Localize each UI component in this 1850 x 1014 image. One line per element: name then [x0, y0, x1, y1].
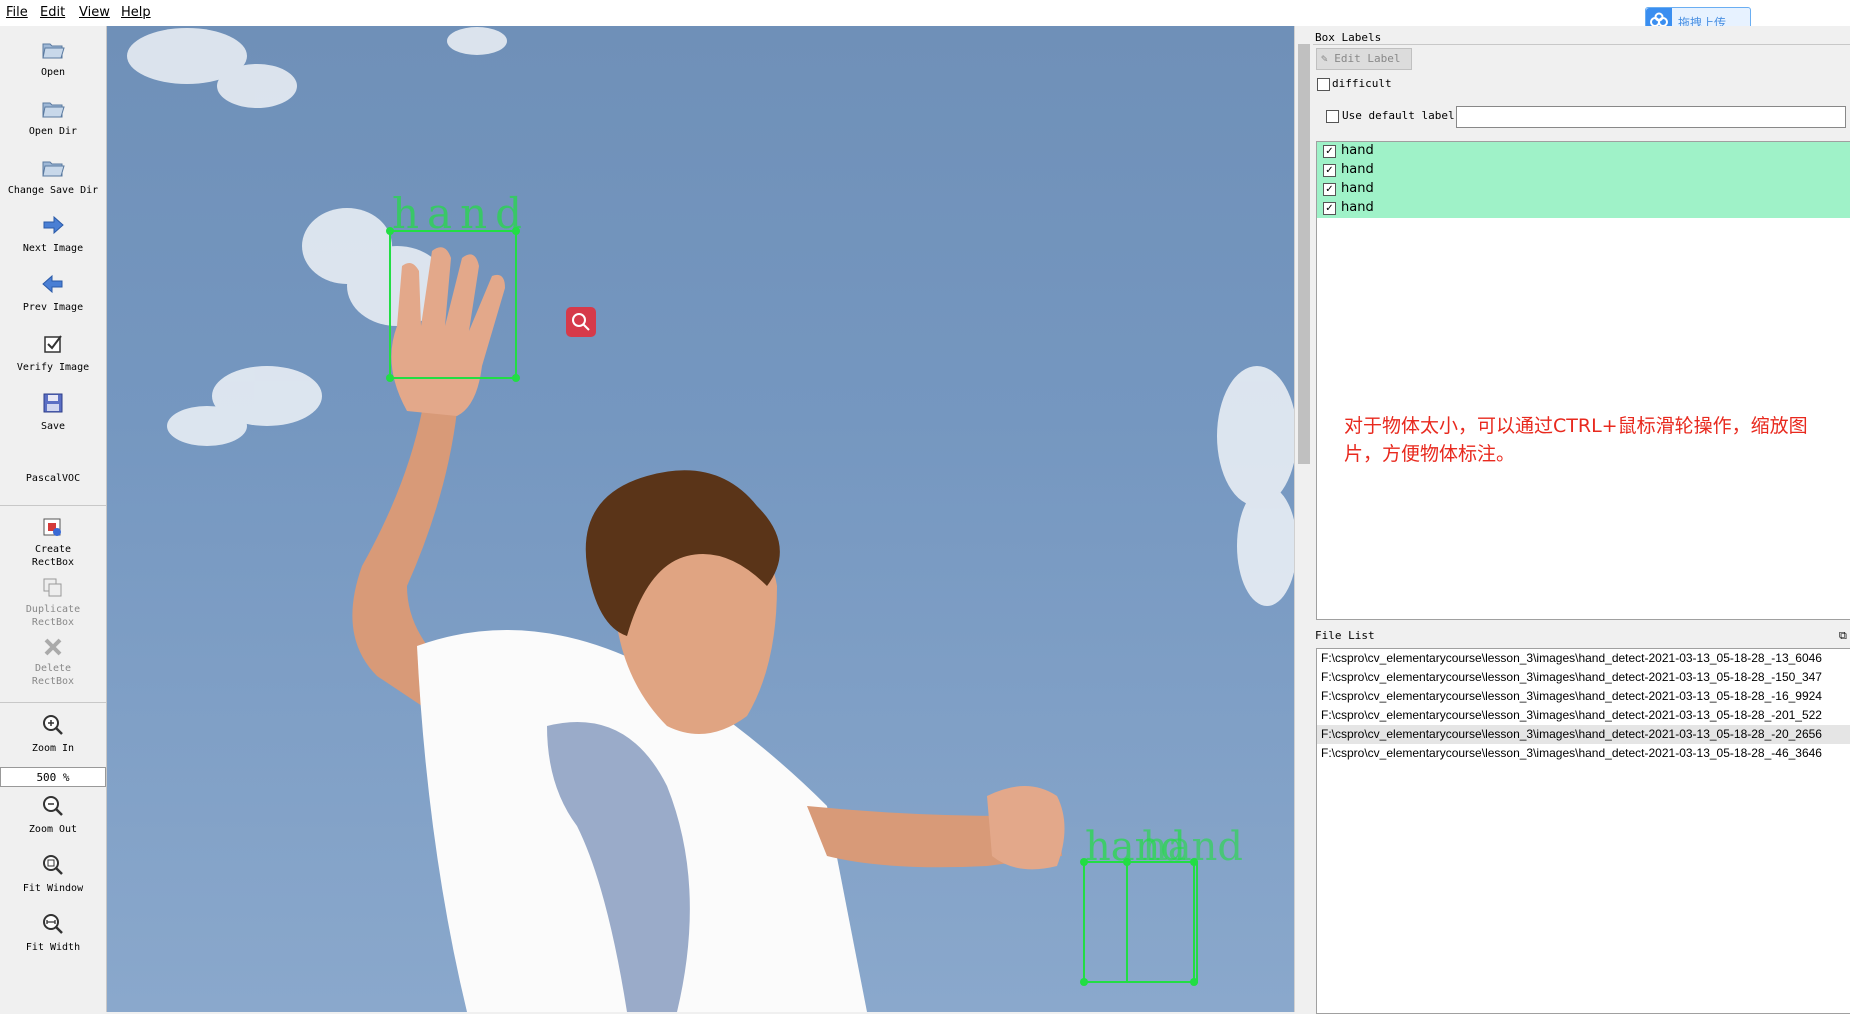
menu-view[interactable]: View — [79, 5, 110, 20]
arrow-left-icon — [40, 271, 66, 297]
folder-icon — [40, 36, 66, 62]
duplicate-rectbox-button[interactable]: Duplicate RectBox — [0, 577, 106, 629]
zoom-out-icon — [40, 793, 66, 819]
canvas-vertical-scrollbar[interactable] — [1294, 26, 1313, 1012]
create-rectbox-button[interactable]: Create RectBox — [0, 517, 106, 569]
toolbar-separator — [0, 505, 106, 506]
save-label: Save — [40, 421, 66, 432]
duplicate-rectbox-label: Duplicate RectBox — [25, 604, 81, 628]
open-label: Open — [40, 67, 66, 78]
label-text: hand — [1341, 181, 1374, 196]
floppy-disk-icon — [40, 390, 66, 416]
menu-file[interactable]: File — [6, 5, 28, 20]
label-list[interactable]: ✓ hand ✓ hand ✓ hand ✓ hand 对于物体太小，可以通过C… — [1316, 141, 1850, 620]
change-save-dir-button[interactable]: Change Save Dir — [0, 154, 106, 197]
format-button[interactable]: PascalVOC — [0, 472, 106, 485]
save-button[interactable]: Save — [0, 390, 106, 433]
change-save-dir-label: Change Save Dir — [7, 185, 99, 196]
verify-image-button[interactable]: Verify Image — [0, 331, 106, 374]
arrow-right-icon — [40, 212, 66, 238]
default-label-input[interactable] — [1456, 106, 1846, 128]
zoom-in-icon — [40, 712, 66, 738]
file-list-item[interactable]: F:\cspro\cv_elementarycourse\lesson_3\im… — [1317, 649, 1850, 668]
delete-rectbox-label: Delete RectBox — [31, 663, 75, 687]
open-button[interactable]: Open — [0, 36, 106, 79]
fit-width-icon — [40, 911, 66, 937]
divider — [1313, 44, 1850, 45]
label-checkbox[interactable]: ✓ — [1323, 183, 1336, 196]
file-list-item[interactable]: F:\cspro\cv_elementarycourse\lesson_3\im… — [1317, 668, 1850, 687]
format-label: PascalVOC — [25, 473, 81, 484]
folder-icon — [40, 154, 66, 180]
fit-width-button[interactable]: Fit Width — [0, 911, 106, 954]
bounding-box[interactable]: hand hand — [1080, 824, 1243, 986]
box-label: hand — [1142, 824, 1243, 870]
zoom-in-label: Zoom In — [31, 743, 75, 754]
open-dir-button[interactable]: Open Dir — [0, 95, 106, 138]
edit-icon: ✎ — [1321, 52, 1328, 65]
file-list-title: File List — [1315, 629, 1375, 642]
checkbox-checked-icon — [40, 331, 66, 357]
label-checkbox[interactable]: ✓ — [1323, 202, 1336, 215]
prev-image-button[interactable]: Prev Image — [0, 271, 106, 314]
toolbar: Open Open Dir Change Save Dir Next Image… — [0, 26, 107, 1012]
label-list-item[interactable]: ✓ hand — [1317, 199, 1850, 218]
difficult-checkbox[interactable] — [1317, 78, 1330, 91]
prev-image-label: Prev Image — [22, 302, 84, 313]
annotation-note: 对于物体太小，可以通过CTRL+鼠标滑轮操作，缩放图片，方便物体标注。 — [1344, 415, 1808, 465]
magnifier-overlay-icon[interactable] — [566, 307, 596, 337]
fit-window-button[interactable]: Fit Window — [0, 852, 106, 895]
next-image-button[interactable]: Next Image — [0, 212, 106, 255]
file-list-item[interactable]: F:\cspro\cv_elementarycourse\lesson_3\im… — [1317, 744, 1850, 763]
edit-label-button[interactable]: ✎ Edit Label — [1316, 48, 1412, 70]
open-dir-label: Open Dir — [28, 126, 78, 137]
zoom-spinbox[interactable]: 500 % — [0, 767, 106, 787]
zoom-out-label: Zoom Out — [28, 824, 78, 835]
photo-scene: hand hand hand — [127, 27, 1294, 1012]
box-labels-title: Box Labels — [1315, 31, 1382, 44]
label-list-item[interactable]: ✓ hand — [1317, 142, 1850, 161]
menu-help[interactable]: Help — [121, 5, 151, 20]
toolbar-separator — [0, 702, 106, 703]
image-canvas[interactable]: hand hand hand — [107, 26, 1294, 1012]
create-rectbox-label: Create RectBox — [31, 544, 75, 568]
edit-label-text: Edit Label — [1334, 52, 1401, 65]
zoom-in-button[interactable]: Zoom In — [0, 712, 106, 755]
box-label: hand — [392, 189, 530, 238]
label-checkbox[interactable]: ✓ — [1323, 145, 1336, 158]
use-default-label-text: Use default label — [1342, 109, 1455, 122]
fit-window-icon — [40, 852, 66, 878]
folder-icon — [40, 95, 66, 121]
label-text: hand — [1341, 162, 1374, 177]
menu-edit[interactable]: Edit — [40, 5, 65, 20]
right-panel: Box Labels ✎ Edit Label difficult Use de… — [1313, 26, 1850, 1014]
label-list-item[interactable]: ✓ hand — [1317, 161, 1850, 180]
file-list-item[interactable]: F:\cspro\cv_elementarycourse\lesson_3\im… — [1317, 687, 1850, 706]
file-list[interactable]: F:\cspro\cv_elementarycourse\lesson_3\im… — [1316, 648, 1850, 1014]
file-list-item-selected[interactable]: F:\cspro\cv_elementarycourse\lesson_3\im… — [1317, 725, 1850, 744]
fit-width-label: Fit Width — [25, 942, 81, 953]
label-list-item[interactable]: ✓ hand — [1317, 180, 1850, 199]
label-checkbox[interactable]: ✓ — [1323, 164, 1336, 177]
fit-window-label: Fit Window — [22, 883, 84, 894]
scrollbar-thumb[interactable] — [1298, 44, 1310, 464]
label-text: hand — [1341, 200, 1374, 215]
verify-image-label: Verify Image — [16, 362, 90, 373]
next-image-label: Next Image — [22, 243, 84, 254]
menu-bar: File Edit View Help — [0, 0, 1850, 27]
duplicate-icon — [42, 577, 64, 599]
file-list-item[interactable]: F:\cspro\cv_elementarycourse\lesson_3\im… — [1317, 706, 1850, 725]
zoom-out-button[interactable]: Zoom Out — [0, 793, 106, 836]
delete-rectbox-button[interactable]: Delete RectBox — [0, 636, 106, 688]
delete-x-icon — [42, 636, 64, 658]
label-text: hand — [1341, 143, 1374, 158]
create-rect-icon — [42, 517, 64, 539]
use-default-label-checkbox[interactable] — [1326, 110, 1339, 123]
undock-icon[interactable]: ⧉ — [1839, 629, 1847, 643]
difficult-label: difficult — [1332, 77, 1392, 90]
